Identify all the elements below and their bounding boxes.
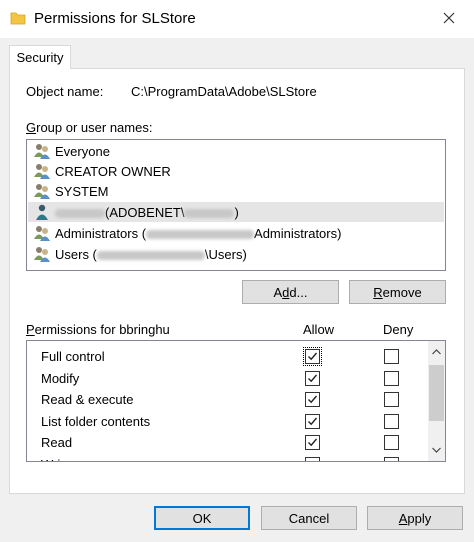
group-icon	[34, 144, 50, 159]
permission-name: Wri	[41, 457, 60, 462]
chevron-up-icon	[432, 348, 441, 354]
folder-icon	[10, 12, 26, 25]
user-icon	[36, 204, 48, 220]
deny-checkbox[interactable]	[384, 349, 399, 364]
permission-name: Full control	[41, 349, 105, 364]
title-bar: Permissions for SLStore	[0, 0, 474, 38]
permission-row: Read	[27, 432, 427, 453]
deny-checkbox[interactable]	[384, 370, 399, 386]
user-row-users[interactable]: Users (\Users)	[28, 244, 444, 264]
checkmark-icon	[308, 395, 318, 404]
permission-name: Read	[41, 435, 73, 450]
group-icon	[34, 247, 50, 262]
permission-row: Modify	[27, 368, 427, 389]
allow-checkbox[interactable]	[305, 435, 320, 450]
permission-row: Wri	[27, 454, 427, 462]
close-button[interactable]	[432, 4, 466, 32]
redacted-text	[55, 208, 105, 218]
allow-checkbox[interactable]	[305, 370, 320, 386]
user-row-creator-owner[interactable]: CREATOR OWNER	[28, 161, 444, 181]
user-row-system[interactable]: SYSTEM	[28, 181, 444, 201]
deny-checkbox[interactable]	[384, 456, 399, 461]
user-row-selected[interactable]: (ADOBENET\)	[28, 202, 444, 222]
deny-checkbox[interactable]	[384, 392, 399, 407]
scroll-thumb[interactable]	[429, 365, 444, 421]
permission-row: Full control	[27, 346, 427, 367]
redacted-text	[184, 208, 235, 218]
deny-checkbox[interactable]	[384, 435, 399, 450]
permission-row: Read & execute	[27, 389, 427, 410]
cancel-button[interactable]: Cancel	[261, 506, 357, 530]
permissions-list[interactable]: Full control Modify Read & execute List fol…	[26, 340, 446, 462]
group-icon	[34, 184, 50, 199]
permission-name: Read & execute	[41, 392, 134, 407]
checkmark-icon	[308, 374, 318, 382]
permission-name: Modify	[41, 370, 80, 386]
checkmark-icon	[308, 438, 318, 447]
permission-name: List folder contents	[41, 413, 151, 429]
permissions-label: Permissions for bbringhu	[26, 322, 170, 337]
tab-security[interactable]: Security	[9, 45, 71, 69]
allow-checkbox[interactable]	[303, 347, 322, 366]
redacted-text	[96, 250, 205, 260]
user-list[interactable]: Everyone CREATOR OWNER SYSTEM (ADOBENET\…	[26, 139, 446, 271]
close-icon	[443, 12, 455, 24]
group-names-label: Group or user names:	[26, 120, 153, 135]
allow-checkbox[interactable]	[305, 413, 320, 429]
ok-button[interactable]: OK	[154, 506, 250, 530]
object-name-label: Object name:	[26, 84, 104, 99]
deny-checkbox[interactable]	[384, 413, 399, 429]
permission-row: List folder contents	[27, 411, 427, 432]
allow-column-header: Allow	[303, 322, 335, 337]
window-title: Permissions for SLStore	[34, 10, 196, 27]
allow-checkbox[interactable]	[305, 456, 320, 461]
scroll-down-button[interactable]	[428, 441, 445, 458]
group-icon	[34, 164, 50, 179]
chevron-down-icon	[432, 447, 441, 453]
group-icon	[34, 226, 50, 241]
add-button[interactable]: Ad d...	[242, 280, 339, 304]
vertical-scrollbar[interactable]	[428, 341, 445, 461]
remove-button[interactable]: Remove	[349, 280, 446, 304]
deny-column-header: Deny	[383, 322, 414, 337]
apply-button[interactable]: Apply	[367, 506, 463, 530]
scroll-up-button[interactable]	[428, 343, 445, 360]
redacted-text	[146, 229, 255, 239]
checkmark-icon	[308, 352, 318, 361]
user-row-everyone[interactable]: Everyone	[28, 141, 444, 161]
object-name-value: C:\ProgramData\Adobe\SLStore	[131, 84, 317, 99]
checkmark-icon	[308, 417, 318, 425]
allow-checkbox[interactable]	[305, 392, 320, 407]
user-row-administrators[interactable]: Administrators (Administrators)	[28, 223, 444, 243]
